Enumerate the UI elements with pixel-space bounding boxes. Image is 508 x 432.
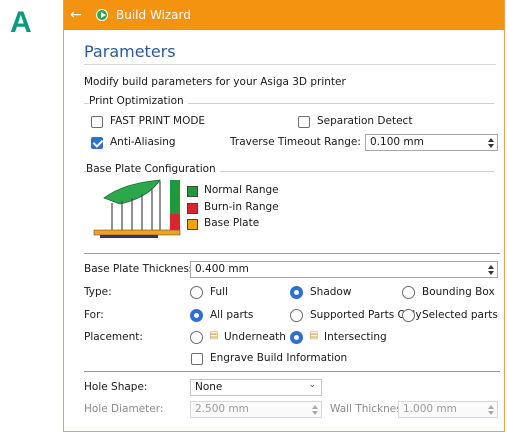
placement-intersecting-label: Intersecting [324, 331, 387, 343]
engrave-build-info-label: Engrave Build Information [210, 352, 348, 364]
base-plate-diagram-icon [93, 179, 181, 238]
for-supported-parts-radio[interactable] [290, 309, 303, 322]
traverse-timeout-field[interactable]: 0.100 mm [365, 134, 498, 151]
burn-in-range-swatch [187, 203, 198, 214]
hole-shape-value: None [195, 381, 223, 393]
intersecting-icon: ▤ [309, 330, 319, 341]
type-bounding-box-radio[interactable] [402, 286, 415, 299]
back-arrow-icon[interactable]: ← [70, 7, 90, 23]
normal-range-label: Normal Range [204, 184, 279, 196]
holes-separator [84, 371, 500, 372]
app-play-icon [96, 9, 108, 21]
type-shadow-label: Shadow [310, 286, 352, 298]
chevron-down-icon: ⌄ [308, 380, 316, 390]
underneath-icon: ▤ [209, 330, 219, 341]
traverse-timeout-label: Traverse Timeout Range: [230, 136, 361, 148]
base-plate-thickness-field[interactable]: 0.400 mm [190, 261, 498, 278]
hole-diameter-spinner[interactable] [310, 403, 320, 416]
fast-print-mode-label: FAST PRINT MODE [110, 115, 206, 127]
wall-thickness-field[interactable]: 1.000 mm [398, 401, 498, 418]
separation-detect-checkbox[interactable] [298, 116, 310, 128]
fast-print-mode-checkbox[interactable] [91, 116, 103, 128]
page-subtitle: Modify build parameters for your Asiga 3… [84, 76, 346, 88]
for-label: For: [84, 309, 104, 321]
hole-diameter-label: Hole Diameter: [84, 403, 164, 415]
window-title: Build Wizard [116, 8, 191, 22]
title-divider [84, 64, 496, 65]
traverse-timeout-value: 0.100 mm [370, 136, 424, 148]
base-plate-thickness-spinner[interactable] [486, 263, 496, 276]
base-plate-separator [84, 253, 500, 254]
placement-label: Placement: [84, 331, 143, 343]
wall-thickness-spinner[interactable] [486, 403, 496, 416]
normal-range-swatch [187, 186, 198, 197]
type-shadow-radio[interactable] [290, 286, 303, 299]
base-plate-thickness-value: 0.400 mm [195, 263, 249, 275]
engrave-build-info-checkbox[interactable] [191, 353, 203, 365]
build-wizard-window: ← Build Wizard Parameters Modify build p… [63, 0, 505, 432]
print-optimization-label: Print Optimization [89, 95, 188, 107]
separation-detect-label: Separation Detect [317, 115, 413, 127]
traverse-timeout-spinner[interactable] [486, 136, 496, 149]
base-plate-legend-label: Base Plate [204, 217, 260, 229]
hole-diameter-field[interactable]: 2.500 mm [190, 401, 322, 418]
burn-in-range-label: Burn-in Range [204, 201, 279, 213]
type-bounding-box-label: Bounding Box [422, 286, 495, 298]
title-bar: ← Build Wizard [64, 0, 504, 30]
for-all-parts-label: All parts [210, 309, 254, 321]
wall-thickness-value: 1.000 mm [403, 403, 457, 415]
base-plate-config-label: Base Plate Configuration [86, 163, 220, 175]
placement-underneath-radio[interactable] [190, 331, 203, 344]
placement-intersecting-radio[interactable] [290, 331, 303, 344]
for-selected-parts-radio[interactable] [402, 309, 415, 322]
anti-aliasing-label: Anti-Aliasing [110, 136, 176, 148]
type-full-label: Full [210, 286, 228, 298]
for-selected-parts-label: Selected parts [422, 309, 498, 321]
hole-shape-label: Hole Shape: [84, 381, 148, 393]
base-plate-thickness-label: Base Plate Thickness: [84, 263, 198, 275]
for-all-parts-radio[interactable] [190, 309, 203, 322]
placement-underneath-label: Underneath [224, 331, 286, 343]
type-full-radio[interactable] [190, 286, 203, 299]
base-plate-swatch [187, 219, 198, 230]
page-title: Parameters [84, 42, 176, 61]
type-label: Type: [84, 286, 112, 298]
anti-aliasing-checkbox[interactable] [91, 137, 103, 149]
figure-label: A [10, 6, 32, 39]
hole-shape-dropdown[interactable]: None ⌄ [190, 379, 322, 396]
hole-diameter-value: 2.500 mm [195, 403, 249, 415]
